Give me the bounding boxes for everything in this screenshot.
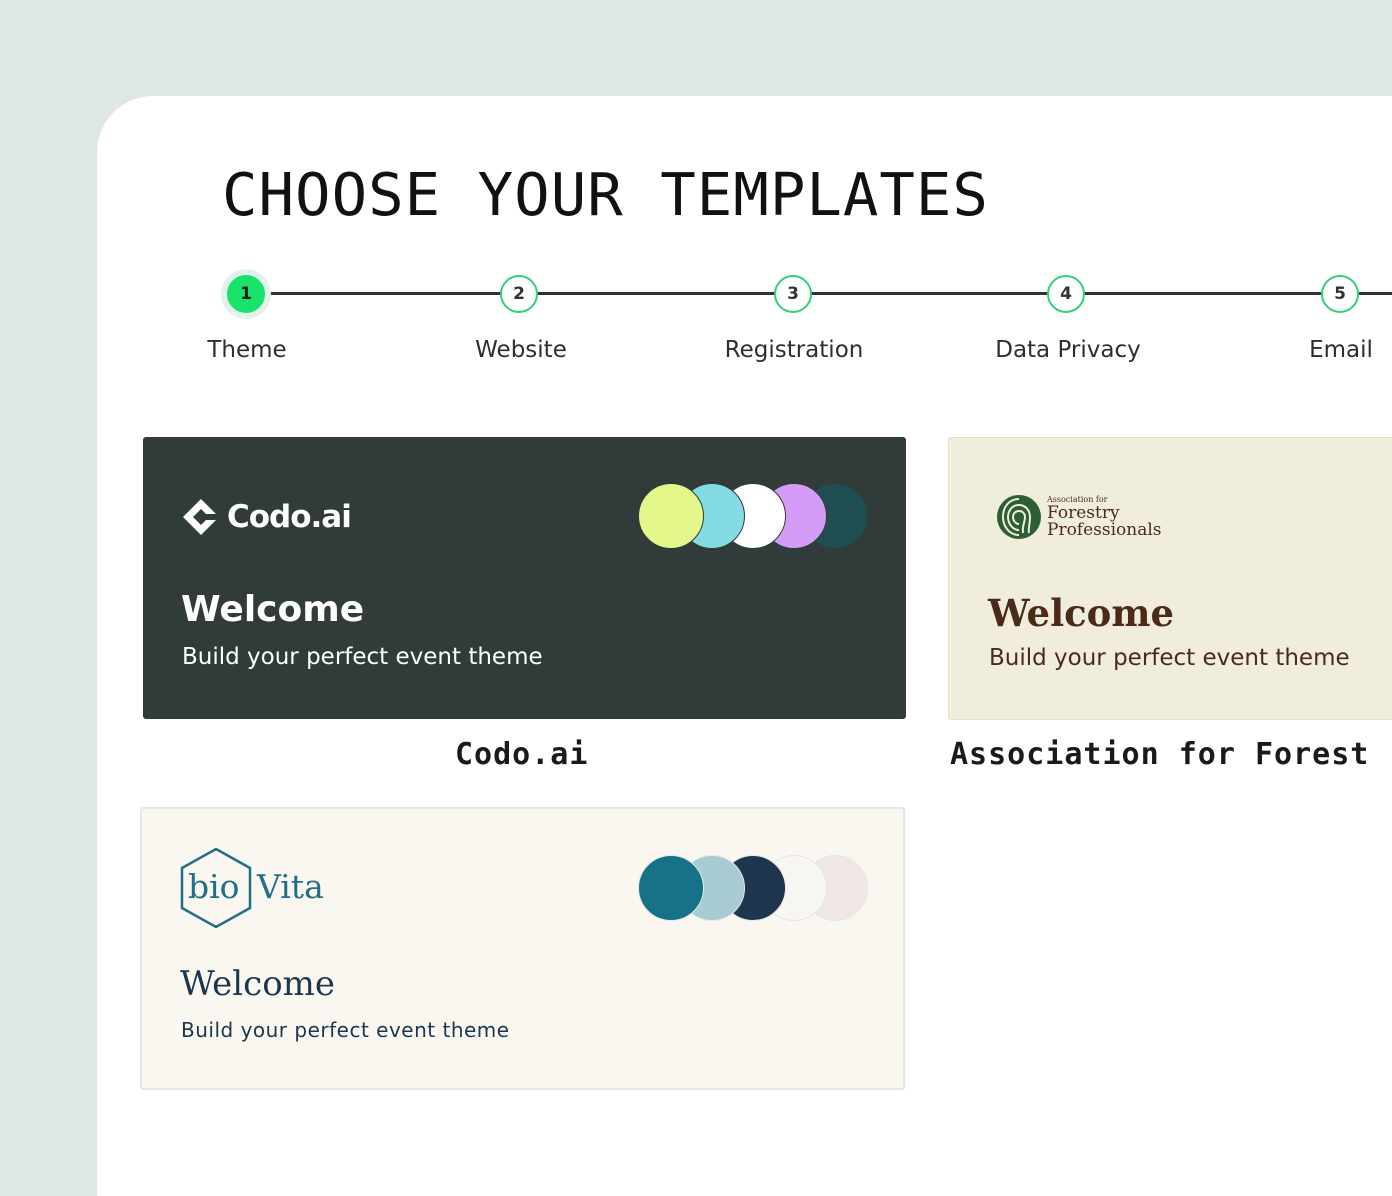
template-card-forestry[interactable]: Association for Forestry Professionals W… bbox=[948, 437, 1392, 720]
codo-color-palette bbox=[638, 483, 868, 549]
page-title: CHOOSE YOUR TEMPLATES bbox=[222, 160, 989, 229]
biovita-welcome-heading: Welcome bbox=[180, 964, 336, 1004]
template-name-codo[interactable]: Codo.ai bbox=[455, 737, 588, 772]
forestry-welcome-heading: Welcome bbox=[988, 591, 1175, 635]
codo-subtitle: Build your perfect event theme bbox=[182, 644, 543, 670]
forestry-subtitle: Build your perfect event theme bbox=[989, 645, 1350, 671]
codo-welcome-heading: Welcome bbox=[181, 589, 365, 630]
template-name-forestry[interactable]: Association for Forest bbox=[950, 737, 1369, 772]
stepper-line bbox=[246, 292, 1392, 295]
step-4-circle[interactable]: 4 bbox=[1047, 275, 1085, 313]
step-1-label[interactable]: Theme bbox=[147, 337, 347, 363]
biovita-logo: bio Vita bbox=[180, 847, 340, 931]
fingerprint-icon bbox=[997, 495, 1041, 539]
color-swatch bbox=[638, 483, 704, 549]
codo-logo-text: Codo.ai bbox=[227, 499, 352, 535]
biovita-subtitle: Build your perfect event theme bbox=[181, 1018, 510, 1042]
step-1-circle[interactable]: 1 bbox=[227, 275, 265, 313]
codo-logo-icon bbox=[183, 499, 221, 535]
color-swatch bbox=[638, 855, 704, 921]
step-5-label[interactable]: Email bbox=[1241, 337, 1392, 363]
biovita-logo-bio: bio bbox=[188, 867, 240, 906]
biovita-color-palette bbox=[638, 855, 868, 921]
step-3-label[interactable]: Registration bbox=[694, 337, 894, 363]
biovita-logo-vita: Vita bbox=[257, 867, 324, 906]
step-2-circle[interactable]: 2 bbox=[500, 275, 538, 313]
template-card-biovita[interactable]: bio Vita Welcome Build your perfect even… bbox=[140, 807, 905, 1090]
step-4-label[interactable]: Data Privacy bbox=[968, 337, 1168, 363]
codo-logo: Codo.ai bbox=[181, 496, 352, 538]
template-card-codo[interactable]: Codo.ai Welcome Build your perfect event… bbox=[143, 437, 906, 719]
step-5-circle[interactable]: 5 bbox=[1321, 275, 1359, 313]
step-3-circle[interactable]: 3 bbox=[774, 275, 812, 313]
forestry-logo-line2: Professionals bbox=[1047, 520, 1162, 540]
step-2-label[interactable]: Website bbox=[421, 337, 621, 363]
